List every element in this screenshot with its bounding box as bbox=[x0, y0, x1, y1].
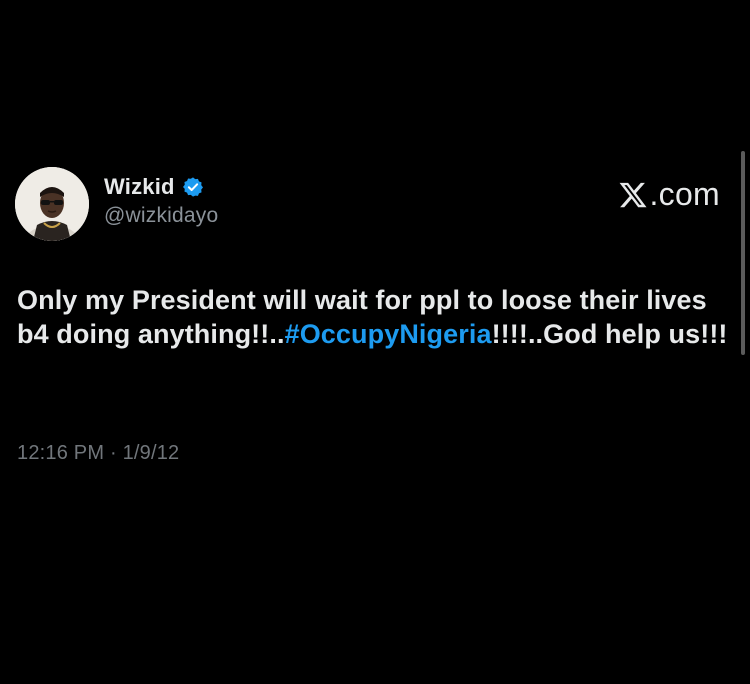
tweet-timestamp[interactable]: 12:16 PM · 1/9/12 bbox=[17, 442, 179, 465]
handle[interactable]: @wizkidayo bbox=[104, 204, 218, 228]
brand-watermark: .com bbox=[618, 176, 720, 213]
verified-badge-icon bbox=[182, 176, 204, 198]
display-name[interactable]: Wizkid bbox=[104, 174, 175, 200]
scrollbar[interactable] bbox=[741, 151, 745, 355]
avatar[interactable] bbox=[15, 167, 89, 241]
brand-domain: .com bbox=[649, 176, 720, 212]
tweet-card: Wizkid @wizkidayo .com Only my President… bbox=[0, 0, 750, 684]
tweet-text-part-2: !!!!..God help us!!! bbox=[491, 319, 728, 349]
name-row: Wizkid bbox=[104, 172, 218, 202]
profile-photo-icon bbox=[15, 167, 89, 241]
author-block: Wizkid @wizkidayo bbox=[104, 172, 218, 228]
hashtag-link[interactable]: #OccupyNigeria bbox=[285, 319, 492, 349]
x-logo-icon bbox=[618, 180, 648, 210]
tweet-text: Only my President will wait for ppl to l… bbox=[17, 283, 733, 351]
